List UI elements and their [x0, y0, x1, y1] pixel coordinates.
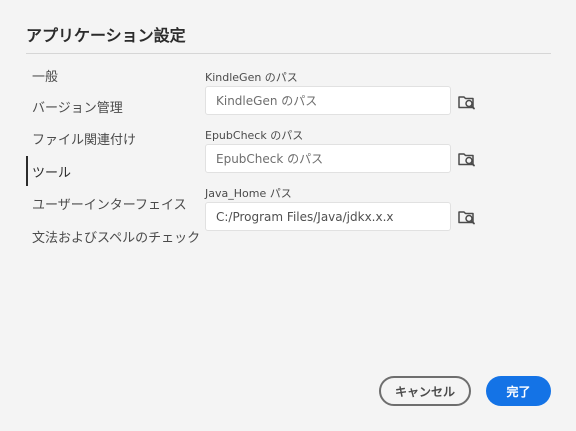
folder-search-icon[interactable]	[458, 150, 476, 168]
java-home-path-input[interactable]	[205, 202, 451, 231]
sidebar-item-version-control[interactable]: バージョン管理	[26, 91, 201, 121]
folder-search-icon[interactable]	[458, 93, 476, 111]
kindlegen-path-label: KindleGen のパス	[205, 71, 298, 84]
java-home-path-label: Java_Home パス	[205, 187, 292, 200]
epubcheck-path-label: EpubCheck のパス	[205, 129, 304, 142]
application-settings-dialog: アプリケーション設定 一般 バージョン管理 ファイル関連付け ツール ユーザーイ…	[0, 0, 576, 431]
title-divider	[26, 53, 551, 54]
done-button[interactable]: 完了	[486, 376, 551, 406]
dialog-title: アプリケーション設定	[26, 26, 186, 45]
epubcheck-path-input[interactable]	[205, 144, 451, 173]
cancel-button[interactable]: キャンセル	[379, 376, 471, 406]
sidebar-item-user-interface[interactable]: ユーザーインターフェイス	[26, 188, 201, 218]
sidebar-item-general[interactable]: 一般	[26, 60, 201, 90]
kindlegen-path-input[interactable]	[205, 86, 451, 115]
sidebar-item-grammar-spelling[interactable]: 文法およびスペルのチェック	[26, 221, 201, 251]
folder-search-icon[interactable]	[458, 208, 476, 226]
sidebar-item-file-association[interactable]: ファイル関連付け	[26, 123, 201, 153]
sidebar-item-tools[interactable]: ツール	[26, 156, 201, 186]
